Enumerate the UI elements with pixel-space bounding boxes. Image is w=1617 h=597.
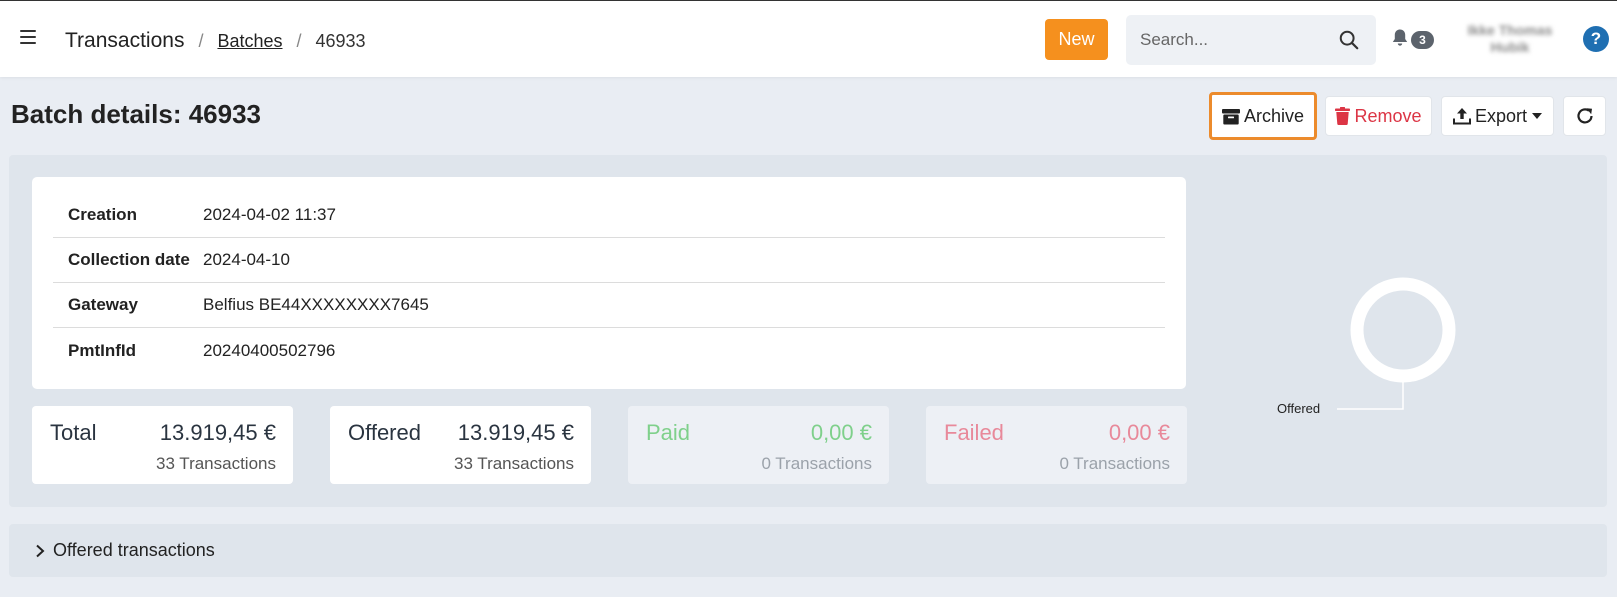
status-donut-chart bbox=[1337, 277, 1456, 410]
search-box bbox=[1126, 15, 1376, 65]
detail-value: 20240400502796 bbox=[203, 340, 336, 360]
detail-row-creation: Creation 2024-04-02 11:37 bbox=[53, 193, 1165, 238]
refresh-icon bbox=[1576, 108, 1593, 124]
stat-label: Offered bbox=[348, 420, 421, 445]
archive-label: Archive bbox=[1243, 105, 1305, 126]
search-icon[interactable] bbox=[1338, 29, 1360, 51]
user-name-line2: Hubik bbox=[1490, 39, 1530, 55]
stat-card-offered: Offered 13.919,45 € 33 Transactions bbox=[330, 406, 591, 484]
stat-label: Failed bbox=[944, 420, 1004, 445]
trash-icon bbox=[1335, 107, 1351, 125]
chevron-right-icon bbox=[36, 544, 45, 557]
help-icon[interactable]: ? bbox=[1583, 26, 1609, 52]
detail-value: 2024-04-02 11:37 bbox=[203, 205, 336, 224]
detail-row-pmtinfid: PmtInfId 20240400502796 bbox=[53, 328, 1165, 373]
breadcrumb-separator: / bbox=[198, 30, 204, 51]
breadcrumb: Transactions / Batches / 46933 bbox=[65, 27, 366, 55]
refresh-button[interactable] bbox=[1563, 96, 1606, 136]
user-name-line1: Ikke Thomas bbox=[1467, 22, 1553, 38]
breadcrumb-root: Transactions bbox=[65, 29, 185, 52]
stat-transaction-count: 33 Transactions bbox=[453, 454, 574, 473]
remove-label: Remove bbox=[1354, 105, 1422, 126]
donut-slice-offered[interactable] bbox=[1350, 277, 1456, 383]
detail-row-collection-date: Collection date 2024-04-10 bbox=[53, 238, 1165, 283]
stat-amount: 0,00 € bbox=[810, 420, 872, 445]
stat-card-total: Total 13.919,45 € 33 Transactions bbox=[32, 406, 293, 484]
breadcrumb-current: 46933 bbox=[315, 30, 366, 51]
upload-icon bbox=[1452, 108, 1471, 125]
stat-label: Paid bbox=[646, 420, 691, 445]
stat-transaction-count: 0 Transactions bbox=[1059, 454, 1170, 473]
offered-transactions-title: Offered transactions bbox=[53, 540, 215, 560]
menu-icon[interactable] bbox=[20, 30, 36, 44]
stat-card-failed: Failed 0,00 € 0 Transactions bbox=[926, 406, 1187, 484]
detail-label: Collection date bbox=[68, 250, 190, 269]
breadcrumb-batches-link[interactable]: Batches bbox=[217, 31, 282, 52]
breadcrumb-separator: / bbox=[296, 30, 302, 51]
donut-label-offered: Offered bbox=[1277, 401, 1321, 416]
detail-label: Gateway bbox=[68, 295, 138, 314]
stat-card-paid: Paid 0,00 € 0 Transactions bbox=[628, 406, 889, 484]
remove-button[interactable]: Remove bbox=[1325, 96, 1432, 136]
caret-down-icon bbox=[1532, 113, 1543, 119]
search-input[interactable] bbox=[1126, 30, 1326, 50]
export-dropdown-button[interactable]: Export bbox=[1441, 96, 1554, 136]
detail-value: Belfius BE44XXXXXXXX7645 bbox=[203, 295, 429, 314]
top-navbar: Transactions / Batches / 46933 New 3 Ikk… bbox=[0, 0, 1617, 77]
stat-transaction-count: 33 Transactions bbox=[155, 454, 276, 473]
notification-count-badge: 3 bbox=[1411, 31, 1434, 49]
notifications[interactable]: 3 bbox=[1391, 28, 1441, 52]
detail-row-gateway: Gateway Belfius BE44XXXXXXXX7645 bbox=[53, 283, 1165, 328]
detail-label: PmtInfId bbox=[68, 340, 136, 360]
stat-label: Total bbox=[50, 420, 97, 445]
stat-amount: 0,00 € bbox=[1108, 420, 1170, 445]
archive-button[interactable]: Archive bbox=[1209, 92, 1317, 140]
stat-transaction-count: 0 Transactions bbox=[761, 454, 872, 473]
stat-amount: 13.919,45 € bbox=[457, 420, 574, 445]
archive-icon bbox=[1221, 108, 1240, 124]
new-button[interactable]: New bbox=[1045, 19, 1108, 60]
offered-transactions-toggle[interactable]: Offered transactions bbox=[9, 524, 1607, 577]
detail-value: 2024-04-10 bbox=[203, 250, 290, 269]
export-label: Export bbox=[1474, 105, 1528, 126]
detail-label: Creation bbox=[68, 205, 137, 224]
page-title: Batch details: 46933 bbox=[11, 99, 262, 129]
user-name[interactable]: Ikke Thomas Hubik bbox=[1462, 21, 1558, 57]
stat-amount: 13.919,45 € bbox=[159, 420, 276, 445]
bell-icon bbox=[1392, 29, 1408, 46]
